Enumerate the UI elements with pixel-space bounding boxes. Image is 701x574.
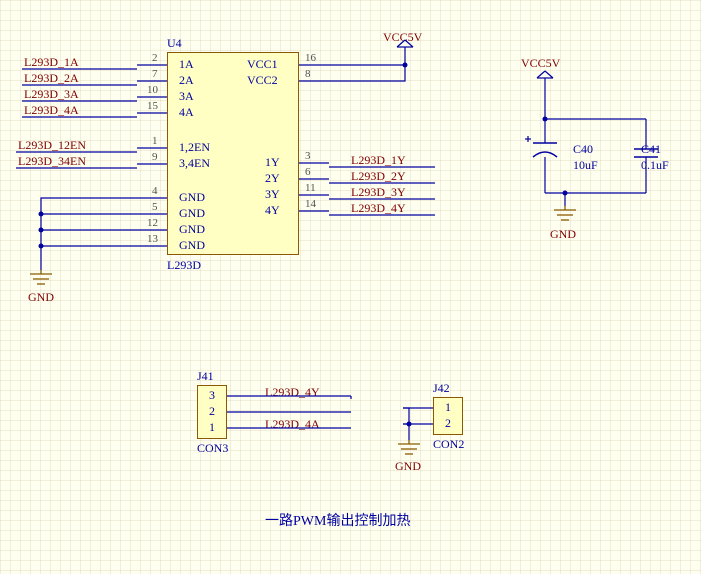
- schematic-wires: [0, 0, 701, 574]
